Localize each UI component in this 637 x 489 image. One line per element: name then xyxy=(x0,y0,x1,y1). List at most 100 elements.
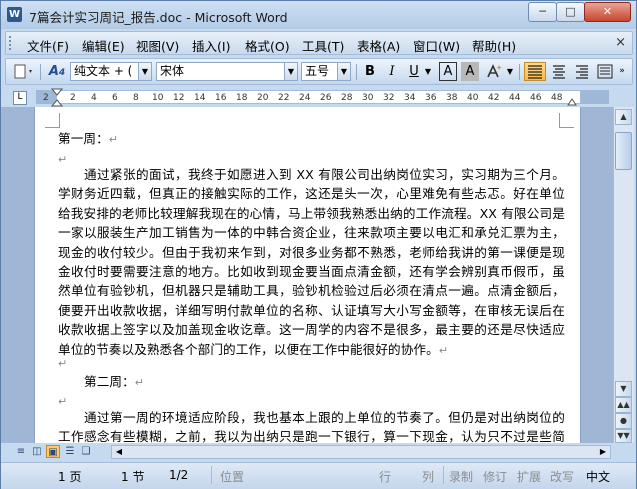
text-effects-icon[interactable] xyxy=(484,62,504,81)
ruler-number: 28 xyxy=(341,93,353,103)
view-bar: ≡ ◫ ▣ ☰ ❑ ◀ ▶ xyxy=(1,443,636,461)
character-shading-button[interactable]: A xyxy=(461,62,479,81)
style-combobox[interactable]: 纯文本 + ( ▼ xyxy=(70,62,152,81)
ruler-number: 22 xyxy=(278,93,290,103)
font-combobox[interactable]: 宋体 ▼ xyxy=(156,62,298,81)
ruler-number: 12 xyxy=(173,93,185,103)
print-layout-view-icon[interactable]: ▣ xyxy=(46,445,60,458)
outline-view-icon[interactable]: ☰ xyxy=(63,445,77,458)
menu-format[interactable]: 格式(O) xyxy=(245,36,290,55)
window-title: 7篇会计实习周记_报告.doc - Microsoft Word xyxy=(29,10,288,25)
scroll-down-icon[interactable]: ▼ xyxy=(615,381,632,397)
menu-insert[interactable]: 插入(I) xyxy=(192,36,230,55)
horizontal-scrollbar[interactable]: ◀ ▶ xyxy=(111,445,611,459)
document-page[interactable]: 第一周：↵ ↵ 通过紧张的面试，我终于如愿进入到 XX 有限公司出纳岗位实习，实… xyxy=(34,107,581,443)
menu-view[interactable]: 视图(V) xyxy=(136,36,179,55)
menu-tools[interactable]: 工具(T) xyxy=(302,36,344,55)
status-separator xyxy=(443,466,444,484)
ruler-number: 10 xyxy=(152,93,164,103)
menu-help[interactable]: 帮助(H) xyxy=(472,36,516,55)
week1-body: 通过紧张的面试，我终于如愿进入到 XX 有限公司出纳岗位实习，实习期为三个月。学… xyxy=(58,165,565,360)
scroll-left-icon[interactable]: ◀ xyxy=(112,446,126,458)
ruler-right-margin xyxy=(581,90,609,104)
justify-button[interactable] xyxy=(524,62,546,81)
ruler-number: 8 xyxy=(133,93,139,103)
chevron-down-icon[interactable]: ▼ xyxy=(337,63,350,80)
scrollbar-thumb[interactable] xyxy=(615,132,632,170)
status-overtype[interactable]: 改写 xyxy=(550,468,574,485)
align-right-icon[interactable] xyxy=(572,62,592,81)
bold-button[interactable]: B xyxy=(360,62,380,81)
menubar-grip-icon[interactable] xyxy=(9,36,14,50)
word-window: W 7篇会计实习周记_报告.doc - Microsoft Word ─ □ ✕… xyxy=(0,0,637,489)
crop-mark xyxy=(559,113,574,128)
character-border-button[interactable]: A xyxy=(439,62,457,81)
status-page-of: 1/2 xyxy=(169,468,189,482)
select-browse-object-icon[interactable]: ● xyxy=(615,413,632,429)
previous-page-icon[interactable]: ▲▲ xyxy=(615,397,632,413)
title-bar[interactable]: W 7篇会计实习周记_报告.doc - Microsoft Word ─ □ ✕ xyxy=(1,1,636,29)
ruler-number: 48 xyxy=(551,93,563,103)
underline-style-chevron-icon[interactable]: ▼ xyxy=(423,62,433,81)
word-app-icon[interactable]: W xyxy=(7,7,22,22)
week1-heading: 第一周：↵ xyxy=(58,129,565,149)
scroll-up-icon[interactable]: ▲ xyxy=(615,109,632,125)
ruler-number: 46 xyxy=(530,93,542,103)
status-position: 位置 xyxy=(220,470,245,484)
chevron-down-icon[interactable]: ▼ xyxy=(284,63,297,80)
new-document-icon[interactable] xyxy=(10,62,36,81)
status-macro-record[interactable]: 录制 xyxy=(449,468,473,485)
menu-edit[interactable]: 编辑(E) xyxy=(82,36,125,55)
ruler-number: 24 xyxy=(299,93,311,103)
font-size-combobox[interactable]: 五号 ▼ xyxy=(301,62,351,81)
chevron-down-icon[interactable]: ▼ xyxy=(138,63,151,80)
distributed-align-icon[interactable] xyxy=(595,62,615,81)
crop-mark xyxy=(45,113,60,128)
paragraph-mark: ↵ xyxy=(58,395,68,408)
ruler-number: 2 xyxy=(70,93,76,103)
ruler-number: 30 xyxy=(362,93,374,103)
menu-table[interactable]: 表格(A) xyxy=(357,36,400,55)
status-extend[interactable]: 扩展 xyxy=(517,468,541,485)
reading-layout-view-icon[interactable]: ❑ xyxy=(79,445,93,458)
underline-button[interactable]: U xyxy=(404,62,424,81)
week2-body: 通过第一周的环境适应阶段，我也基本上跟的上单位的节奏了。但仍是对出纳岗位的工作感… xyxy=(58,408,565,443)
menu-window[interactable]: 窗口(W) xyxy=(413,36,460,55)
status-column: 列 xyxy=(422,470,435,484)
text-effects-chevron-icon[interactable]: ▼ xyxy=(505,62,515,81)
web-layout-view-icon[interactable]: ◫ xyxy=(30,445,44,458)
ruler-number: 44 xyxy=(509,93,521,103)
right-indent-marker-icon[interactable] xyxy=(567,96,577,106)
first-line-indent-marker-icon[interactable] xyxy=(51,88,63,107)
align-center-icon[interactable] xyxy=(549,62,569,81)
horizontal-ruler[interactable]: 2 2 4 6 8 10 12 14 16 18 20 22 24 26 28 … xyxy=(43,90,581,104)
font-combobox-value: 宋体 xyxy=(160,64,185,78)
close-document-icon[interactable]: × xyxy=(615,35,626,50)
ruler-number: 42 xyxy=(488,93,500,103)
status-track-changes[interactable]: 修订 xyxy=(483,468,507,485)
ruler-number: 26 xyxy=(320,93,332,103)
toolbar-options-chevron-icon[interactable]: » xyxy=(616,62,628,81)
minimize-button[interactable]: ─ xyxy=(528,2,557,22)
empty-paragraph: ↵ xyxy=(58,353,565,373)
status-language: 中文 xyxy=(586,470,611,484)
week1-body-text: 通过紧张的面试，我终于如愿进入到 XX 有限公司出纳岗位实习，实习期为三个月。学… xyxy=(58,167,565,357)
italic-button[interactable]: I xyxy=(382,62,402,81)
vertical-scrollbar[interactable]: ▲ ▼ ▲▲ ● ▼▼ xyxy=(613,107,634,443)
ruler-number: 2 xyxy=(43,93,49,103)
maximize-button[interactable]: □ xyxy=(556,2,585,22)
tab-selector-icon[interactable]: L xyxy=(13,91,27,105)
status-section: 1 节 xyxy=(121,470,145,484)
close-button[interactable]: ✕ xyxy=(584,2,631,22)
menu-file[interactable]: 文件(F) xyxy=(27,36,69,55)
next-page-icon[interactable]: ▼▼ xyxy=(615,429,632,443)
status-separator xyxy=(211,466,212,484)
ruler-number: 20 xyxy=(257,93,269,103)
font-size-combobox-value: 五号 xyxy=(305,64,330,78)
week2-heading: 第二周：↵ xyxy=(58,372,565,392)
scroll-right-icon[interactable]: ▶ xyxy=(596,446,610,458)
normal-view-icon[interactable]: ≡ xyxy=(14,445,28,458)
week1-heading-text: 第一周： xyxy=(58,131,109,146)
document-workspace[interactable]: 第一周：↵ ↵ 通过紧张的面试，我终于如愿进入到 XX 有限公司出纳岗位实习，实… xyxy=(1,107,613,443)
styles-formatting-icon[interactable]: A4 xyxy=(46,62,68,81)
